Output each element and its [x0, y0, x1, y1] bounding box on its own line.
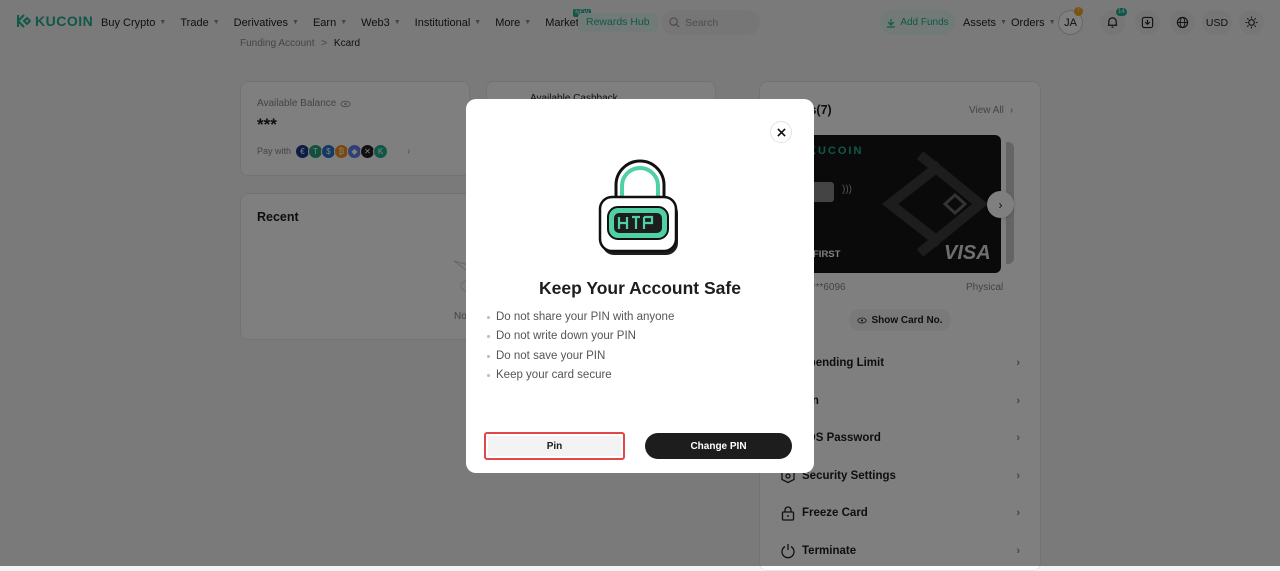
rule-item: Do not save your PIN	[487, 347, 674, 366]
close-icon	[776, 127, 786, 137]
pin-button[interactable]: Pin	[484, 432, 625, 460]
change-pin-button[interactable]: Change PIN	[645, 433, 792, 459]
rule-item: Keep your card secure	[487, 366, 674, 385]
rule-item: Do not write down your PIN	[487, 327, 674, 346]
padlock-illustration	[598, 159, 678, 255]
pin-rules-list: Do not share your PIN with anyone Do not…	[487, 308, 674, 385]
close-button[interactable]	[770, 121, 792, 143]
rule-item: Do not share your PIN with anyone	[487, 308, 674, 327]
pin-safety-modal: Keep Your Account Safe Do not share your…	[466, 99, 814, 473]
modal-title: Keep Your Account Safe	[539, 278, 741, 298]
pin-button-label: Pin	[546, 440, 563, 452]
